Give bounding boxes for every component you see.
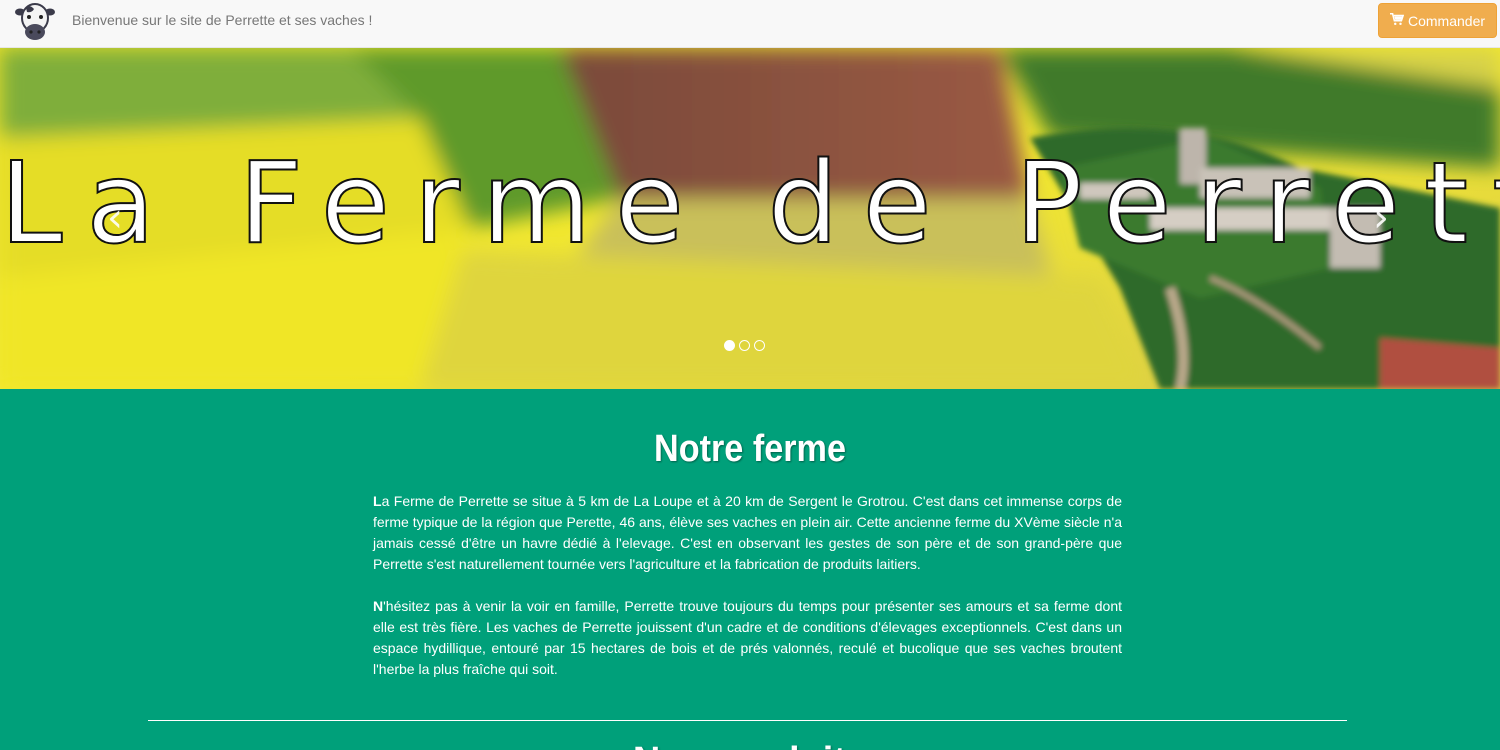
order-button[interactable]: Commander xyxy=(1378,3,1497,38)
paragraph-text: 'hésitez pas à venir la voir en famille,… xyxy=(373,598,1122,677)
carousel-indicator-3[interactable] xyxy=(754,340,765,351)
farm-description: La Ferme de Perrette se situe à 5 km de … xyxy=(373,491,1122,701)
next-section-title: Nos produits xyxy=(0,740,1500,750)
navbar: Bienvenue sur le site de Perrette et ses… xyxy=(0,0,1500,48)
shopping-cart-icon xyxy=(1389,12,1405,29)
carousel-indicator-1[interactable] xyxy=(724,340,735,351)
order-button-label: Commander xyxy=(1407,12,1486,29)
cow-icon[interactable] xyxy=(14,0,56,44)
paragraph-2: N'hésitez pas à venir la voir en famille… xyxy=(373,596,1122,680)
carousel-title: La Ferme de Perrette xyxy=(0,139,1500,269)
paragraph-1: La Ferme de Perrette se situe à 5 km de … xyxy=(373,491,1122,575)
welcome-text: Bienvenue sur le site de Perrette et ses… xyxy=(72,12,373,28)
paragraph-initial: L xyxy=(373,493,382,509)
chevron-right-icon[interactable]: › xyxy=(1366,198,1396,238)
paragraph-initial: N xyxy=(373,598,384,614)
paragraph-text: a Ferme de Perrette se situe à 5 km de L… xyxy=(373,493,1122,572)
section-title: Notre ferme xyxy=(654,428,846,470)
hero-carousel: La Ferme de Perrette ‹ › xyxy=(0,48,1500,389)
chevron-left-icon[interactable]: ‹ xyxy=(100,198,130,238)
section-divider xyxy=(148,720,1347,721)
carousel-indicators xyxy=(724,340,765,351)
carousel-indicator-2[interactable] xyxy=(739,340,750,351)
